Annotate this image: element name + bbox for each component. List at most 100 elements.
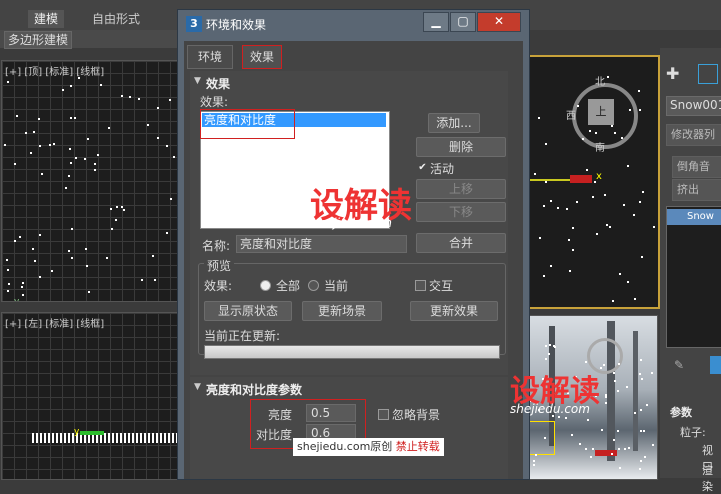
maximize-button[interactable]: ▢ bbox=[450, 12, 476, 32]
snow-particle bbox=[166, 145, 168, 147]
update-progress-bar bbox=[204, 345, 500, 359]
add-button[interactable]: 添加... bbox=[428, 113, 480, 133]
snow-particle bbox=[611, 453, 613, 455]
axis-y-label-2: y bbox=[74, 427, 80, 437]
snow-particle bbox=[170, 198, 172, 200]
snow-particle bbox=[34, 260, 36, 262]
modifier-list-dropdown[interactable]: 修改器列 bbox=[666, 124, 721, 146]
snow-particle bbox=[619, 273, 621, 275]
snow-particle bbox=[173, 156, 175, 158]
stack-toggle-icon[interactable] bbox=[710, 356, 721, 374]
snow-particle bbox=[548, 353, 550, 355]
snow-particle bbox=[22, 294, 24, 296]
watermark-tag-warn: 禁止转载 bbox=[395, 440, 440, 453]
snow-particle bbox=[618, 448, 620, 450]
viewport-left-label[interactable]: [+] [左] [标准] [线框] bbox=[5, 315, 104, 330]
snow-particle bbox=[549, 344, 551, 346]
pin-icon[interactable]: ✎ bbox=[674, 358, 684, 372]
params-rollout-head[interactable]: 参数 bbox=[670, 404, 692, 420]
active-label: 活动 bbox=[430, 162, 455, 176]
merge-button[interactable]: 合并 bbox=[416, 233, 506, 253]
snow-particle bbox=[572, 227, 574, 229]
tab-modeling[interactable]: 建模 bbox=[28, 10, 64, 28]
rollout-collapse-icon[interactable]: ▼ bbox=[194, 76, 201, 86]
snow-particle bbox=[53, 143, 55, 145]
interactive-checkbox[interactable] bbox=[415, 280, 426, 291]
snow-particle bbox=[626, 386, 628, 388]
snow-particle bbox=[586, 169, 588, 171]
snow-particle bbox=[640, 409, 642, 411]
ignore-background-checkbox[interactable] bbox=[378, 409, 389, 420]
move-down-button[interactable]: 下移 bbox=[416, 202, 506, 222]
snow-particle bbox=[596, 233, 598, 235]
snow-particle bbox=[533, 460, 535, 462]
preview-all-radio[interactable] bbox=[260, 280, 271, 291]
stack-item-snow[interactable]: Snow bbox=[667, 209, 721, 225]
snow-particle bbox=[624, 448, 626, 450]
snow-particle bbox=[577, 105, 579, 107]
preview-current-radio[interactable] bbox=[308, 280, 319, 291]
delete-button[interactable]: 删除 bbox=[416, 137, 506, 157]
snow-particle bbox=[39, 234, 41, 236]
update-effect-button[interactable]: 更新效果 bbox=[410, 301, 498, 321]
active-checkbox[interactable]: ✔ bbox=[418, 163, 427, 173]
snow-particle bbox=[639, 373, 641, 375]
tab-environment[interactable]: 环境 bbox=[187, 45, 233, 69]
snow-particle bbox=[607, 76, 609, 78]
snow-particle bbox=[71, 257, 73, 259]
modify-icon[interactable] bbox=[698, 64, 718, 84]
highlight-selected-effect bbox=[200, 109, 295, 139]
snow-particle bbox=[94, 163, 96, 165]
snow-particle bbox=[38, 118, 40, 120]
minimize-button[interactable]: ▁ bbox=[423, 12, 449, 32]
effects-section-title[interactable]: 效果 bbox=[206, 75, 230, 92]
viewport-left[interactable]: [+] [左] [标准] [线框] y bbox=[1, 312, 179, 480]
preview-effects-label: 效果: bbox=[204, 279, 233, 293]
viewport-top[interactable]: [+] [顶] [标准] [线框] y bbox=[1, 60, 179, 302]
brightness-spinner[interactable]: 0.5 bbox=[306, 404, 356, 422]
snow-particle bbox=[629, 109, 631, 111]
bc-section-title[interactable]: 亮度和对比度参数 bbox=[206, 381, 302, 398]
create-icon[interactable]: ✚ bbox=[666, 64, 679, 83]
snow-particle bbox=[97, 154, 99, 156]
snow-particle bbox=[78, 77, 80, 79]
snow-particle bbox=[642, 191, 644, 193]
snow-particle bbox=[639, 109, 641, 111]
snow-particle bbox=[641, 378, 643, 380]
tab-effects[interactable]: 效果 bbox=[242, 45, 282, 69]
snow-particle bbox=[609, 226, 611, 228]
object-name-field[interactable]: Snow001 bbox=[666, 96, 721, 116]
update-scene-button[interactable]: 更新场景 bbox=[302, 301, 382, 321]
chamfer-button[interactable]: 倒角音 bbox=[672, 156, 721, 178]
move-up-button[interactable]: 上移 bbox=[416, 179, 506, 199]
snow-particle bbox=[617, 390, 619, 392]
snow-particle bbox=[141, 279, 143, 281]
bc-rollout-collapse-icon[interactable]: ▼ bbox=[194, 382, 201, 392]
x-arrow-cam bbox=[595, 450, 617, 456]
snow-particle bbox=[545, 143, 547, 145]
viewport-top-label[interactable]: [+] [顶] [标准] [线框] bbox=[5, 63, 104, 78]
ignore-background-label: 忽略背景 bbox=[392, 408, 441, 422]
snow-particle bbox=[592, 196, 594, 198]
modifier-stack[interactable]: Snow bbox=[666, 206, 721, 348]
snow-particle bbox=[545, 358, 547, 360]
snow-particle bbox=[619, 467, 621, 469]
snow-particle bbox=[589, 130, 591, 132]
dialog-titlebar[interactable]: 3 环境和效果 ▁ ▢ ✕ bbox=[178, 10, 529, 38]
poly-modeling-label[interactable]: 多边形建模 bbox=[4, 31, 73, 49]
tree-trunk-3 bbox=[633, 331, 638, 451]
viewcube-face[interactable]: 上 bbox=[588, 99, 614, 125]
snow-particle bbox=[39, 276, 41, 278]
close-button[interactable]: ✕ bbox=[477, 12, 521, 32]
snow-particle bbox=[639, 201, 641, 203]
extrude-button[interactable]: 挤出 bbox=[672, 179, 721, 201]
snow-particle bbox=[68, 175, 70, 177]
show-original-button[interactable]: 显示原状态 bbox=[204, 301, 292, 321]
selection-bracket bbox=[529, 421, 555, 455]
snow-particle bbox=[115, 219, 117, 221]
viewport-perspective[interactable]: 上 北 西 南 x bbox=[528, 55, 660, 309]
snow-particle bbox=[601, 429, 603, 431]
tab-freeform[interactable]: 自由形式 bbox=[92, 10, 140, 28]
effect-name-field[interactable]: 亮度和对比度 bbox=[236, 235, 407, 253]
currently-updating-label: 当前正在更新: bbox=[204, 329, 281, 343]
